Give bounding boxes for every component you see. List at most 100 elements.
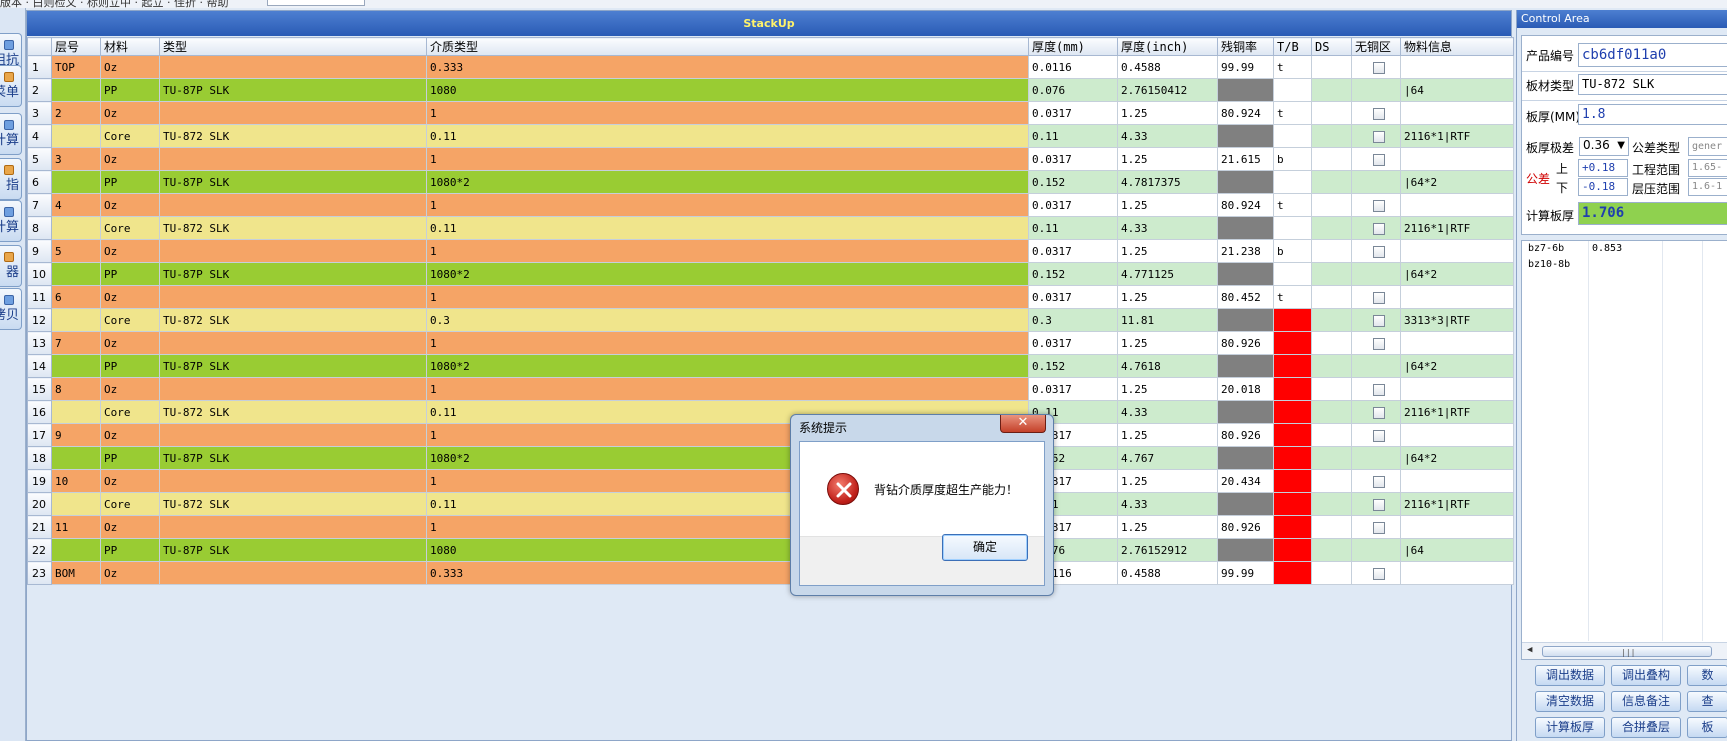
- stackup-row[interactable]: 3 2 Oz 1 0.0317 1.25 80.924 t: [27, 101, 1514, 125]
- cell-material[interactable]: Core: [100, 492, 160, 516]
- cell-dielectric[interactable]: 1080*2: [426, 170, 1029, 194]
- engineering-range-field[interactable]: 1.65-: [1688, 159, 1727, 177]
- cell-no-copper[interactable]: [1351, 78, 1401, 102]
- cell-thickness-inch[interactable]: 1.25: [1117, 101, 1218, 125]
- cell-material-info[interactable]: 2116*1|RTF: [1400, 400, 1514, 424]
- row-number[interactable]: 23: [27, 561, 52, 585]
- row-number[interactable]: 9: [27, 239, 52, 263]
- cell-ds[interactable]: [1311, 170, 1352, 194]
- cell-tb[interactable]: [1273, 492, 1312, 516]
- row-number[interactable]: 11: [27, 285, 52, 309]
- no-copper-checkbox[interactable]: [1373, 475, 1385, 488]
- no-copper-checkbox[interactable]: [1373, 406, 1385, 419]
- left-toolbar-button[interactable]: 拷贝: [0, 288, 22, 330]
- cell-layer[interactable]: 4: [51, 193, 101, 217]
- cell-no-copper[interactable]: [1351, 285, 1401, 309]
- no-copper-checkbox[interactable]: [1373, 383, 1385, 396]
- cell-material-info[interactable]: |64: [1400, 78, 1514, 102]
- cell-material[interactable]: Oz: [100, 147, 160, 171]
- cell-ds[interactable]: [1311, 515, 1352, 539]
- cell-no-copper[interactable]: [1351, 446, 1401, 470]
- backdrill-list[interactable]: bz7-6b 0.853 bz10-8b ◀ |||: [1521, 240, 1727, 660]
- cell-layer[interactable]: [51, 170, 101, 194]
- load-data-button[interactable]: 调出数据: [1535, 665, 1605, 686]
- stackup-row[interactable]: 11 6 Oz 1 0.0317 1.25 80.452 t: [27, 285, 1514, 309]
- no-copper-checkbox[interactable]: [1373, 291, 1385, 304]
- cell-tb[interactable]: b: [1273, 239, 1312, 263]
- cell-layer[interactable]: 5: [51, 239, 101, 263]
- cell-dielectric[interactable]: 1: [426, 101, 1029, 125]
- data-button[interactable]: 数: [1687, 665, 1727, 686]
- cell-ds[interactable]: [1311, 354, 1352, 378]
- cell-material-info[interactable]: 3313*3|RTF: [1400, 308, 1514, 332]
- scroll-left-icon[interactable]: ◀: [1527, 645, 1532, 655]
- cell-dielectric[interactable]: 1: [426, 193, 1029, 217]
- cell-residual-copper[interactable]: [1217, 170, 1274, 194]
- cell-material[interactable]: Oz: [100, 239, 160, 263]
- stackup-row[interactable]: 6 PP TU-87P SLK 1080*2 0.152 4.7817375 |64*2: [27, 170, 1514, 194]
- row-number[interactable]: 13: [27, 331, 52, 355]
- cell-ds[interactable]: [1311, 239, 1352, 263]
- no-copper-checkbox[interactable]: [1373, 199, 1385, 212]
- cell-layer[interactable]: [51, 262, 101, 286]
- tolerance-up-field[interactable]: +0.18: [1578, 159, 1628, 177]
- cell-residual-copper[interactable]: 80.926: [1217, 331, 1274, 355]
- cell-layer[interactable]: 10: [51, 469, 101, 493]
- no-copper-checkbox[interactable]: [1373, 337, 1385, 350]
- cell-thickness-mm[interactable]: 0.11: [1028, 216, 1118, 240]
- no-copper-checkbox[interactable]: [1373, 130, 1385, 143]
- row-number[interactable]: 22: [27, 538, 52, 562]
- cell-thickness-mm[interactable]: 0.0317: [1028, 377, 1118, 401]
- cell-material-info[interactable]: [1400, 423, 1514, 447]
- cell-material[interactable]: Oz: [100, 469, 160, 493]
- col-header-thickness-inch[interactable]: 厚度(inch): [1117, 37, 1218, 56]
- stackup-row[interactable]: 5 3 Oz 1 0.0317 1.25 21.615 b: [27, 147, 1514, 171]
- no-copper-checkbox[interactable]: [1373, 429, 1385, 442]
- stackup-row[interactable]: 22PPTU-87P SLK10800.0762.76152912|64: [27, 538, 1514, 562]
- cell-thickness-mm[interactable]: 0.0317: [1028, 285, 1118, 309]
- cell-dielectric[interactable]: 1: [426, 331, 1029, 355]
- cell-dielectric[interactable]: 0.11: [426, 124, 1029, 148]
- cell-material-info[interactable]: [1400, 239, 1514, 263]
- col-header-tb[interactable]: T/B: [1273, 37, 1312, 56]
- cell-material[interactable]: Oz: [100, 101, 160, 125]
- cell-ds[interactable]: [1311, 216, 1352, 240]
- no-copper-checkbox[interactable]: [1373, 314, 1385, 327]
- cell-material-info[interactable]: |64*2: [1400, 170, 1514, 194]
- row-number[interactable]: 5: [27, 147, 52, 171]
- cell-layer[interactable]: [51, 78, 101, 102]
- stackup-row[interactable]: 16 Core TU-872 SLK 0.11 0.11 4.33 2116*1|RTF: [27, 400, 1514, 424]
- cell-dielectric[interactable]: 0.11: [426, 216, 1029, 240]
- left-toolbar-button[interactable]: 计算: [0, 200, 22, 242]
- stackup-row[interactable]: 15 8 Oz 1 0.0317 1.25 20.018 t: [27, 377, 1514, 401]
- cell-type[interactable]: TU-87P SLK: [159, 538, 427, 562]
- cell-material[interactable]: PP: [100, 78, 160, 102]
- cell-thickness-inch[interactable]: 1.25: [1117, 331, 1218, 355]
- no-copper-checkbox[interactable]: [1373, 521, 1385, 534]
- tolerance-type-field[interactable]: gener: [1688, 137, 1727, 156]
- cell-layer[interactable]: [51, 216, 101, 240]
- row-number[interactable]: 8: [27, 216, 52, 240]
- cell-material-info[interactable]: [1400, 193, 1514, 217]
- stackup-row[interactable]: 1910Oz10.03171.2520.434t: [27, 469, 1514, 493]
- cell-ds[interactable]: [1311, 446, 1352, 470]
- cell-type[interactable]: [159, 239, 427, 263]
- cell-residual-copper[interactable]: [1217, 400, 1274, 424]
- col-header-material-info[interactable]: 物料信息: [1400, 37, 1514, 56]
- cell-type[interactable]: TU-87P SLK: [159, 446, 427, 470]
- col-header-material[interactable]: 材料: [100, 37, 160, 56]
- cell-tb[interactable]: t: [1273, 101, 1312, 125]
- cell-material-info[interactable]: |64*2: [1400, 354, 1514, 378]
- cell-material[interactable]: PP: [100, 354, 160, 378]
- cell-material-info[interactable]: |64*2: [1400, 446, 1514, 470]
- cell-thickness-inch[interactable]: 1.25: [1117, 193, 1218, 217]
- stackup-row[interactable]: 10 PP TU-87P SLK 1080*2 0.152 4.771125 |64*2: [27, 262, 1514, 286]
- cell-residual-copper[interactable]: 99.99: [1217, 55, 1274, 79]
- cell-material-info[interactable]: [1400, 561, 1514, 585]
- cell-ds[interactable]: [1311, 423, 1352, 447]
- cell-residual-copper[interactable]: [1217, 308, 1274, 332]
- cell-dielectric[interactable]: 0.333: [426, 55, 1029, 79]
- cell-thickness-inch[interactable]: 2.76152912: [1117, 538, 1218, 562]
- tolerance-level-select[interactable]: 0.36 ▼: [1579, 137, 1629, 156]
- cell-residual-copper[interactable]: [1217, 492, 1274, 516]
